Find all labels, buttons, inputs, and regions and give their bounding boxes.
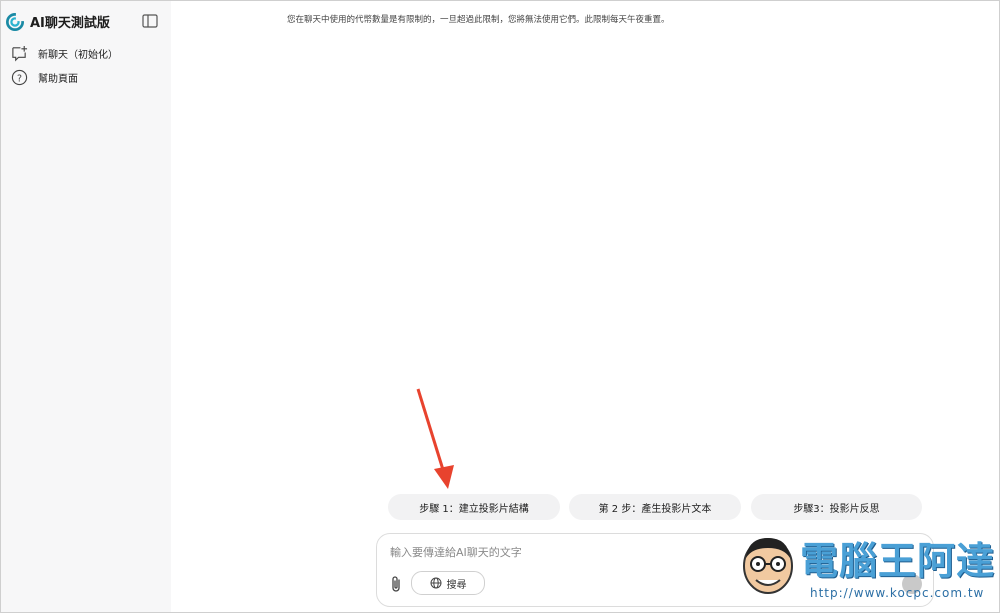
mascot-logo-icon (743, 538, 793, 594)
search-label: 搜尋 (446, 579, 467, 591)
token-limit-notice: 您在聊天中使用的代幣數量是有限制的，一旦超過此限制，您將無法使用它們。此限制每天… (287, 15, 670, 25)
app-title: AI聊天測試版 (30, 16, 110, 31)
watermark-url: http://www.kocpc.com.tw (810, 586, 985, 600)
brand: AI聊天測試版 (6, 12, 110, 31)
svg-text:?: ? (17, 73, 22, 84)
watermark: 電腦王阿達 http://www.kocpc.com.tw (730, 528, 998, 612)
attach-icon[interactable] (389, 575, 403, 593)
sidebar-toggle-icon[interactable] (142, 14, 158, 28)
sidebar: AI聊天測試版 新聊天（初始化） ? 幫助頁面 (1, 1, 171, 612)
globe-icon (430, 577, 441, 589)
sidebar-item-new-chat[interactable]: 新聊天（初始化） (11, 45, 118, 62)
sidebar-item-help[interactable]: ? 幫助頁面 (11, 69, 78, 86)
suggestion-step-3-button[interactable]: 步驟3：投影片反思 (751, 494, 922, 520)
watermark-name: 電腦王阿達 (800, 539, 996, 583)
help-icon: ? (11, 69, 28, 86)
sidebar-item-label: 幫助頁面 (38, 74, 78, 85)
suggestion-step-1-button[interactable]: 步驟 1：建立投影片結構 (388, 494, 560, 520)
new-chat-icon (12, 45, 28, 62)
suggestion-step-2-button[interactable]: 第 2 步：產生投影片文本 (569, 494, 741, 520)
app-logo-icon (6, 12, 24, 31)
sidebar-item-label: 新聊天（初始化） (38, 50, 118, 61)
annotation-arrow-icon (416, 388, 454, 489)
web-search-button[interactable]: 搜尋 (411, 571, 485, 595)
